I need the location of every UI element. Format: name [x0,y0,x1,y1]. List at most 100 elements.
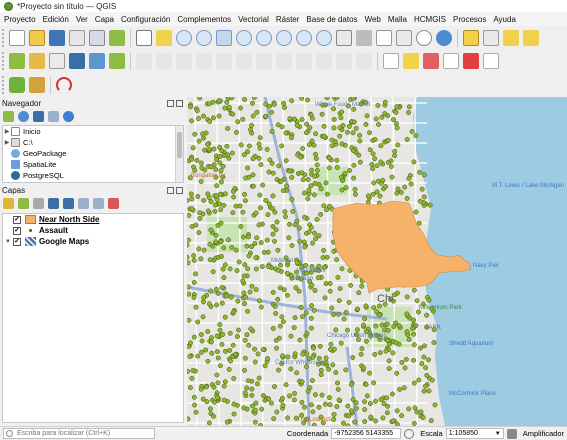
zoom-full-icon[interactable] [216,30,232,46]
menu-web[interactable]: Web [365,15,381,24]
new-map-view-icon[interactable] [336,30,352,46]
menu-vectorial[interactable]: Vectorial [238,15,269,24]
filter-legend-icon[interactable] [48,197,59,209]
save-project-icon[interactable] [49,30,65,46]
navigator-item-inicio[interactable]: ▶ Inicio [3,126,183,137]
expand-arrow-icon[interactable]: ▶ [3,139,11,146]
zoom-native-icon[interactable] [276,30,292,46]
new-3d-map-view-icon[interactable] [356,30,372,46]
new-project-icon[interactable] [9,30,25,46]
add-selected-layers-icon[interactable] [3,110,14,122]
save-edits-icon[interactable] [156,53,172,69]
select-features-icon[interactable] [463,30,479,46]
menu-proyecto[interactable]: Proyecto [4,15,36,24]
navigator-item-c-drive[interactable]: ▶ C:\ [3,137,183,148]
add-raster-layer-icon[interactable] [89,53,105,69]
menu-ver[interactable]: Ver [76,15,88,24]
delete-selected-icon[interactable] [256,53,272,69]
menu-complementos[interactable]: Complementos [177,15,231,24]
paste-features-icon[interactable] [316,53,332,69]
add-delimited-text-icon[interactable] [109,53,125,69]
zoom-to-selection-icon[interactable] [236,30,252,46]
menu-configuracion[interactable]: Configuración [121,15,170,24]
zoom-out-icon[interactable] [196,30,212,46]
menu-malla[interactable]: Malla [388,15,407,24]
toolbar-grip[interactable] [2,29,5,47]
attribute-table-icon[interactable] [483,30,499,46]
menu-procesos[interactable]: Procesos [453,15,486,24]
add-vector-layer-icon[interactable] [69,53,85,69]
layer-item-near-north-side[interactable]: ✓ Near North Side [3,214,183,225]
rotate-label-icon[interactable] [463,53,479,69]
layer-visibility-checkbox[interactable]: ✓ [13,215,21,224]
expand-arrow-icon[interactable]: ▶ [3,128,11,135]
add-group-icon[interactable] [18,197,29,209]
menu-ayuda[interactable]: Ayuda [493,15,516,24]
layer-item-google-maps[interactable]: ▼ ✓ Google Maps [3,236,183,247]
menu-base-de-datos[interactable]: Base de datos [306,15,357,24]
zoom-in-icon[interactable] [176,30,192,46]
pan-to-selection-icon[interactable] [156,30,172,46]
scale-combobox[interactable]: 1:105850 ▼ [445,428,504,439]
pan-hand-icon[interactable] [136,30,152,46]
cut-features-icon[interactable] [276,53,292,69]
layer-visibility-checkbox[interactable]: ✓ [13,237,21,246]
collapse-all-icon[interactable] [48,110,59,122]
map-svg[interactable]: Whole Foods Market Bungalow by Midwest W… [187,97,567,426]
layer-item-assault[interactable]: ✓ Assault [3,225,183,236]
filter-by-expression-icon[interactable] [63,197,74,209]
data-source-manager-icon[interactable] [9,53,25,69]
coordinate-field[interactable]: -9752356 5143355 [331,428,402,439]
python-console-icon[interactable] [9,77,25,93]
lock-scale-icon[interactable] [506,428,517,439]
navigator-scrollbar[interactable] [175,126,183,182]
temporal-controller-icon[interactable] [416,30,432,46]
deselect-icon[interactable] [503,30,519,46]
add-ring-icon[interactable] [236,53,252,69]
menu-hcmgis[interactable]: HCMGIS [414,15,446,24]
expand-arrow-icon[interactable]: ▼ [5,239,13,245]
navigator-item-geopackage[interactable]: GeoPackage [3,148,183,159]
measure-icon[interactable] [56,77,72,93]
zoom-last-icon[interactable] [296,30,312,46]
open-project-icon[interactable] [29,30,45,46]
refresh-icon[interactable] [436,30,452,46]
navigator-item-spatialite[interactable]: SpatiaLite [3,159,183,170]
select-by-expression-icon[interactable] [523,30,539,46]
style-manager-icon[interactable] [109,30,125,46]
menu-edicion[interactable]: Edición [43,15,69,24]
float-panel-icon[interactable] [167,186,174,194]
remove-layer-icon[interactable] [108,197,119,209]
style-layer-icon[interactable] [3,197,14,209]
close-panel-icon[interactable] [176,186,183,194]
filter-icon[interactable] [33,110,44,122]
zoom-next-icon[interactable] [316,30,332,46]
refresh-icon[interactable] [18,110,29,122]
show-bookmarks-icon[interactable] [396,30,412,46]
collapse-all-icon[interactable] [93,197,104,209]
vertex-tool-icon[interactable] [196,53,212,69]
move-feature-icon[interactable] [216,53,232,69]
digitize-icon[interactable] [176,53,192,69]
manage-map-themes-icon[interactable] [33,197,44,209]
bookmark-icon[interactable] [376,30,392,46]
change-label-icon[interactable] [483,53,499,69]
pin-labels-icon[interactable] [423,53,439,69]
copy-features-icon[interactable] [296,53,312,69]
label-toolbar-icon[interactable] [383,53,399,69]
menu-raster[interactable]: Ráster [276,15,300,24]
float-panel-icon[interactable] [167,99,174,107]
toolbar-grip[interactable] [2,52,5,70]
toolbar-grip[interactable] [2,76,5,94]
zoom-to-layer-icon[interactable] [256,30,272,46]
toggle-editing-icon[interactable] [136,53,152,69]
undo-icon[interactable] [336,53,352,69]
layer-labeling-icon[interactable] [403,53,419,69]
toggle-extents-icon[interactable] [404,428,415,439]
layout-manager-icon[interactable] [89,30,105,46]
new-print-layout-icon[interactable] [69,30,85,46]
info-icon[interactable] [63,110,74,122]
highlight-labels-icon[interactable] [443,53,459,69]
map-canvas[interactable]: Whole Foods Market Bungalow by Midwest W… [187,97,567,426]
navigator-item-postgresql[interactable]: PostgreSQL [3,170,183,181]
